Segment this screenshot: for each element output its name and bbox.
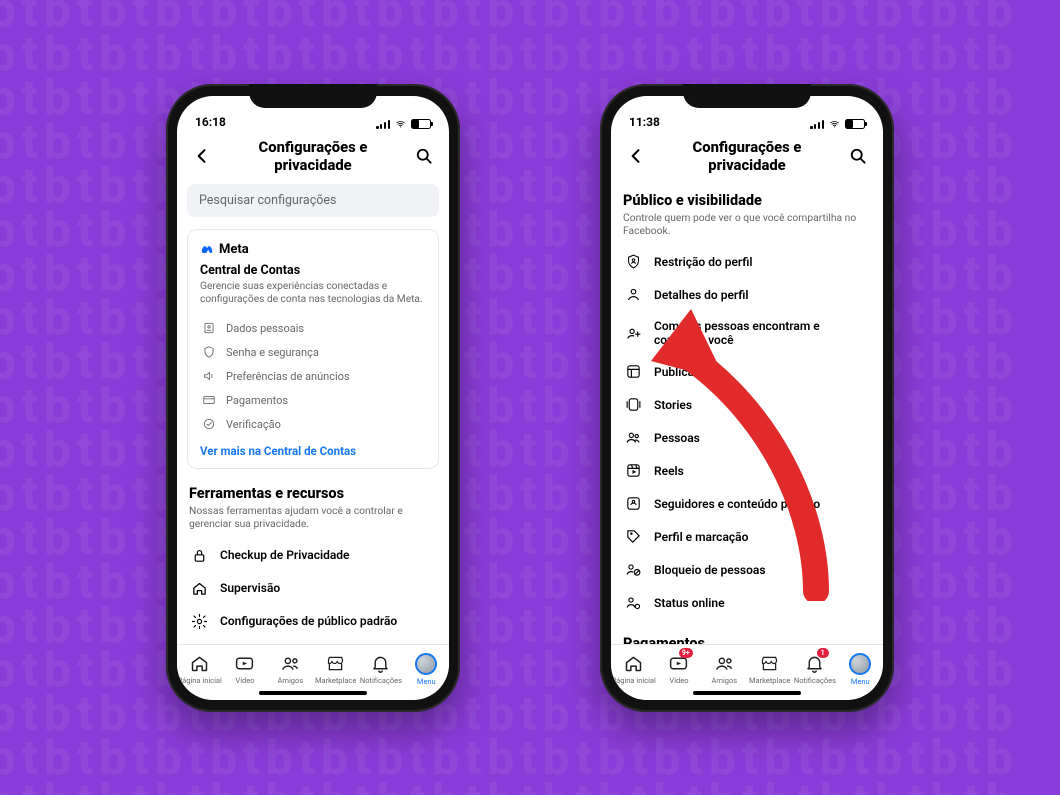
home-indicator bbox=[259, 691, 367, 695]
meta-logo: Meta bbox=[200, 242, 426, 257]
row-privacy-checkup[interactable]: Checkup de Privacidade bbox=[187, 539, 439, 572]
block-icon bbox=[625, 561, 642, 578]
marketplace-icon bbox=[759, 653, 780, 674]
meta-item-ad-prefs[interactable]: Preferências de anúncios bbox=[200, 364, 426, 388]
avatar-icon bbox=[415, 653, 437, 675]
card-title: Central de Contas bbox=[200, 263, 426, 278]
megaphone-icon bbox=[202, 369, 216, 383]
tab-friends[interactable]: Amigos bbox=[702, 645, 747, 694]
avatar-icon bbox=[849, 653, 871, 675]
house-icon bbox=[191, 580, 208, 597]
layout-icon bbox=[625, 363, 642, 380]
meta-icon bbox=[200, 242, 214, 256]
page-title: Configurações e privacidade bbox=[223, 138, 403, 174]
tab-video[interactable]: 9+Vídeo bbox=[656, 645, 701, 694]
id-badge-icon bbox=[202, 321, 216, 335]
video-badge: 9+ bbox=[679, 648, 693, 658]
person-plus-icon bbox=[625, 325, 642, 342]
bell-icon bbox=[370, 653, 391, 674]
meta-item-password[interactable]: Senha e segurança bbox=[200, 340, 426, 364]
home-indicator bbox=[693, 691, 801, 695]
card-icon bbox=[202, 393, 216, 407]
reels-icon bbox=[625, 462, 642, 479]
row-online-status[interactable]: Status online bbox=[621, 586, 873, 619]
row-default-audience[interactable]: Configurações de público padrão bbox=[187, 605, 439, 638]
notch bbox=[249, 84, 377, 108]
users-icon bbox=[625, 429, 642, 446]
phone-left: 16:18 Configurações e privacidade Pesqui… bbox=[166, 84, 460, 712]
tab-menu[interactable]: Menu bbox=[838, 645, 883, 694]
section-title-audience: Público e visibilidade bbox=[623, 192, 871, 209]
tab-home[interactable]: Página inicial bbox=[611, 645, 656, 694]
gear-icon bbox=[191, 613, 208, 630]
wifi-icon bbox=[828, 119, 841, 129]
tab-notifications[interactable]: 1Notificações bbox=[792, 645, 837, 694]
battery-icon bbox=[411, 119, 431, 129]
section-subtitle-tools: Nossas ferramentas ajudam você a control… bbox=[189, 504, 437, 531]
tab-marketplace[interactable]: Marketplace bbox=[747, 645, 792, 694]
status-time: 11:38 bbox=[629, 115, 660, 129]
page-title: Configurações e privacidade bbox=[657, 138, 837, 174]
page-header: Configurações e privacidade bbox=[177, 134, 449, 184]
row-profile-details[interactable]: Detalhes do perfil bbox=[621, 278, 873, 311]
notch bbox=[683, 84, 811, 108]
meta-item-payments[interactable]: Pagamentos bbox=[200, 388, 426, 412]
shield-person-icon bbox=[625, 253, 642, 270]
section-title-tools: Ferramentas e recursos bbox=[189, 485, 437, 502]
meta-brand-label: Meta bbox=[219, 242, 249, 257]
row-followers[interactable]: Seguidores e conteúdo público bbox=[621, 487, 873, 520]
stories-icon bbox=[625, 396, 642, 413]
row-posts[interactable]: Publicações bbox=[621, 355, 873, 388]
friends-icon bbox=[714, 653, 735, 674]
back-button[interactable] bbox=[189, 143, 215, 169]
page-header: Configurações e privacidade bbox=[611, 134, 883, 184]
status-time: 16:18 bbox=[195, 115, 226, 129]
signal-icon bbox=[376, 119, 390, 129]
lock-icon bbox=[191, 547, 208, 564]
row-how-people-find-you[interactable]: Como as pessoas encontram e contatam voc… bbox=[621, 311, 873, 355]
marketplace-icon bbox=[325, 653, 346, 674]
tab-video[interactable]: Vídeo bbox=[222, 645, 267, 694]
row-reels[interactable]: Reels bbox=[621, 454, 873, 487]
shield-icon bbox=[202, 345, 216, 359]
tab-menu[interactable]: Menu bbox=[404, 645, 449, 694]
video-icon bbox=[234, 653, 255, 674]
section-subtitle-audience: Controle quem pode ver o que você compar… bbox=[623, 211, 871, 238]
tag-icon bbox=[625, 528, 642, 545]
section-title-payments: Pagamentos bbox=[623, 635, 871, 643]
back-button[interactable] bbox=[623, 143, 649, 169]
notif-badge: 1 bbox=[817, 648, 829, 658]
avatar-icon bbox=[625, 286, 642, 303]
tab-home[interactable]: Página inicial bbox=[177, 645, 222, 694]
row-profile-restriction[interactable]: Restrição do perfil bbox=[621, 245, 873, 278]
search-button[interactable] bbox=[845, 143, 871, 169]
status-icon bbox=[625, 594, 642, 611]
phone-right: 11:38 Configurações e privacidade Públic… bbox=[600, 84, 894, 712]
wifi-icon bbox=[394, 119, 407, 129]
home-icon bbox=[189, 653, 210, 674]
meta-accounts-card: Meta Central de Contas Gerencie suas exp… bbox=[187, 229, 439, 470]
row-profile-tagging[interactable]: Perfil e marcação bbox=[621, 520, 873, 553]
card-subtitle: Gerencie suas experiências conectadas e … bbox=[200, 280, 426, 307]
settings-search-input[interactable]: Pesquisar configurações bbox=[187, 184, 439, 217]
row-stories[interactable]: Stories bbox=[621, 388, 873, 421]
row-blocking[interactable]: Bloqueio de pessoas bbox=[621, 553, 873, 586]
meta-see-more-link[interactable]: Ver mais na Central de Contas bbox=[200, 444, 426, 458]
tab-notifications[interactable]: Notificações bbox=[358, 645, 403, 694]
meta-item-verification[interactable]: Verificação bbox=[200, 412, 426, 436]
tab-friends[interactable]: Amigos bbox=[268, 645, 313, 694]
tab-marketplace[interactable]: Marketplace bbox=[313, 645, 358, 694]
friends-icon bbox=[280, 653, 301, 674]
meta-item-personal-data[interactable]: Dados pessoais bbox=[200, 316, 426, 340]
row-supervision[interactable]: Supervisão bbox=[187, 572, 439, 605]
check-circle-icon bbox=[202, 417, 216, 431]
search-button[interactable] bbox=[411, 143, 437, 169]
row-people[interactable]: Pessoas bbox=[621, 421, 873, 454]
followers-icon bbox=[625, 495, 642, 512]
battery-icon bbox=[845, 119, 865, 129]
home-icon bbox=[623, 653, 644, 674]
signal-icon bbox=[810, 119, 824, 129]
